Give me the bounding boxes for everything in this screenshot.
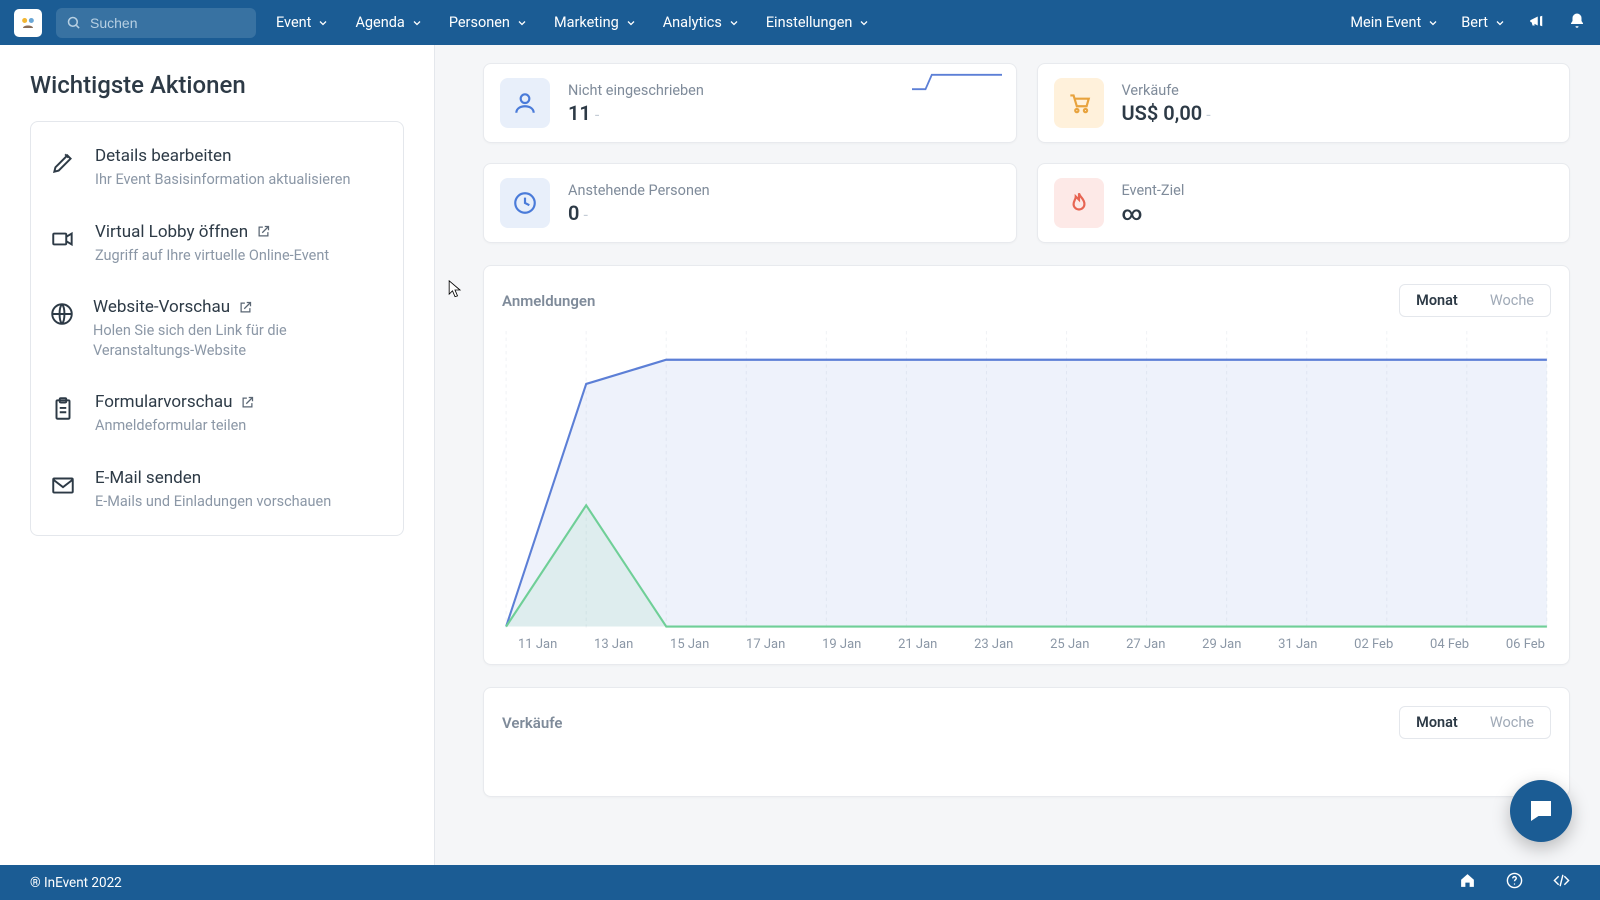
- stat-value: US$ 0,00-: [1122, 101, 1211, 125]
- sidebar: Wichtigste Aktionen Details bearbeiten Ih…: [0, 45, 435, 865]
- cart-icon: [1054, 78, 1104, 128]
- stat-anstehende-personen[interactable]: Anstehende Personen 0-: [483, 163, 1017, 243]
- home-icon[interactable]: [1459, 872, 1476, 893]
- action-details-bearbeiten[interactable]: Details bearbeiten Ihr Event Basisinforma…: [49, 130, 385, 206]
- stat-value: 0-: [568, 201, 710, 225]
- nav-items: Event Agenda Personen Marketing Analytic…: [276, 14, 870, 31]
- nav-agenda[interactable]: Agenda: [355, 14, 422, 31]
- action-title: Website-Vorschau: [93, 297, 385, 317]
- chart-anmeldungen: Anmeldungen Monat Woche 11 Jan13 Jan15 J…: [483, 265, 1570, 665]
- stats-grid: Nicht eingeschrieben 11- Verkäufe US$ 0,00…: [483, 63, 1570, 243]
- fire-icon: [1054, 178, 1104, 228]
- nav-event[interactable]: Event: [276, 14, 329, 31]
- chat-fab[interactable]: [1510, 780, 1572, 842]
- nav-right: Mein Event Bert: [1350, 12, 1586, 34]
- nav-einstellungen[interactable]: Einstellungen: [766, 14, 871, 31]
- user-icon: [500, 78, 550, 128]
- nav-analytics[interactable]: Analytics: [663, 14, 740, 31]
- help-icon[interactable]: [1506, 872, 1523, 893]
- chevron-down-icon: [858, 17, 870, 29]
- stat-label: Verkäufe: [1122, 82, 1211, 99]
- action-desc: Ihr Event Basisinformation aktualisieren: [95, 170, 350, 190]
- logo-icon: [18, 13, 38, 33]
- action-formularvorschau[interactable]: Formularvorschau Anmeldeformular teilen: [49, 376, 385, 452]
- chevron-down-icon: [1494, 17, 1506, 29]
- chart-title: Anmeldungen: [502, 292, 595, 310]
- toggle-woche[interactable]: Woche: [1474, 285, 1550, 316]
- footer: ® InEvent 2022: [0, 865, 1600, 900]
- search-icon: [66, 15, 81, 34]
- external-link-icon: [238, 300, 253, 315]
- megaphone-icon[interactable]: [1528, 12, 1546, 34]
- actions-card: Details bearbeiten Ihr Event Basisinforma…: [30, 121, 404, 536]
- action-email-senden[interactable]: E-Mail senden E-Mails und Einladungen vor…: [49, 452, 385, 528]
- stat-verkaeufe[interactable]: Verkäufe US$ 0,00-: [1037, 63, 1571, 143]
- search-input[interactable]: [56, 8, 256, 38]
- chart-x-labels: 11 Jan13 Jan15 Jan17 Jan19 Jan21 Jan23 J…: [502, 631, 1551, 652]
- action-website-vorschau[interactable]: Website-Vorschau Holen Sie sich den Link …: [49, 281, 385, 376]
- chart-area: [502, 331, 1551, 631]
- chart-toggle: Monat Woche: [1399, 284, 1551, 317]
- mail-icon: [49, 468, 77, 498]
- footer-copyright: ® InEvent 2022: [30, 875, 122, 891]
- camera-icon: [49, 222, 77, 252]
- toggle-woche[interactable]: Woche: [1474, 707, 1550, 738]
- stat-nicht-eingeschrieben[interactable]: Nicht eingeschrieben 11-: [483, 63, 1017, 143]
- chevron-down-icon: [1427, 17, 1439, 29]
- toggle-monat[interactable]: Monat: [1400, 285, 1474, 316]
- chevron-down-icon: [317, 17, 329, 29]
- mouse-cursor-icon: [448, 280, 462, 300]
- nav-user[interactable]: Bert: [1461, 14, 1506, 31]
- chat-icon: [1526, 796, 1556, 826]
- chevron-down-icon: [728, 17, 740, 29]
- action-desc: Anmeldeformular teilen: [95, 416, 255, 436]
- stat-label: Event-Ziel: [1122, 182, 1185, 199]
- top-nav: Event Agenda Personen Marketing Analytic…: [0, 0, 1600, 45]
- sparkline: [912, 72, 1002, 92]
- app-logo[interactable]: [14, 9, 42, 37]
- clock-icon: [500, 178, 550, 228]
- chart-title: Verkäufe: [502, 714, 562, 732]
- action-desc: Holen Sie sich den Link für die Veransta…: [93, 321, 385, 360]
- nav-personen[interactable]: Personen: [449, 14, 528, 31]
- search-wrap: [56, 8, 256, 38]
- bell-icon[interactable]: [1568, 12, 1586, 34]
- stat-event-ziel[interactable]: Event-Ziel ∞: [1037, 163, 1571, 243]
- action-desc: E-Mails und Einladungen vorschauen: [95, 492, 331, 512]
- chevron-down-icon: [411, 17, 423, 29]
- clipboard-icon: [49, 392, 77, 422]
- stat-label: Anstehende Personen: [568, 182, 710, 199]
- action-desc: Zugriff auf Ihre virtuelle Online-Event: [95, 246, 329, 266]
- globe-icon: [49, 297, 75, 327]
- nav-marketing[interactable]: Marketing: [554, 14, 637, 31]
- external-link-icon: [256, 224, 271, 239]
- stat-value: 11-: [568, 101, 704, 125]
- nav-my-event[interactable]: Mein Event: [1350, 14, 1439, 31]
- external-link-icon: [240, 395, 255, 410]
- action-title: Virtual Lobby öffnen: [95, 222, 329, 242]
- action-title: Details bearbeiten: [95, 146, 350, 166]
- pencil-icon: [49, 146, 77, 176]
- chart-toggle: Monat Woche: [1399, 706, 1551, 739]
- stat-label: Nicht eingeschrieben: [568, 82, 704, 99]
- main: Wichtigste Aktionen Details bearbeiten Ih…: [0, 45, 1600, 865]
- stat-value: ∞: [1122, 201, 1185, 225]
- sidebar-title: Wichtigste Aktionen: [30, 71, 404, 99]
- code-icon[interactable]: [1553, 872, 1570, 893]
- action-title: Formularvorschau: [95, 392, 255, 412]
- chevron-down-icon: [625, 17, 637, 29]
- toggle-monat[interactable]: Monat: [1400, 707, 1474, 738]
- action-virtual-lobby[interactable]: Virtual Lobby öffnen Zugriff auf Ihre vir…: [49, 206, 385, 282]
- action-title: E-Mail senden: [95, 468, 331, 488]
- content: Nicht eingeschrieben 11- Verkäufe US$ 0,00…: [435, 45, 1600, 865]
- chart-verkaeufe: Verkäufe Monat Woche: [483, 687, 1570, 797]
- chevron-down-icon: [516, 17, 528, 29]
